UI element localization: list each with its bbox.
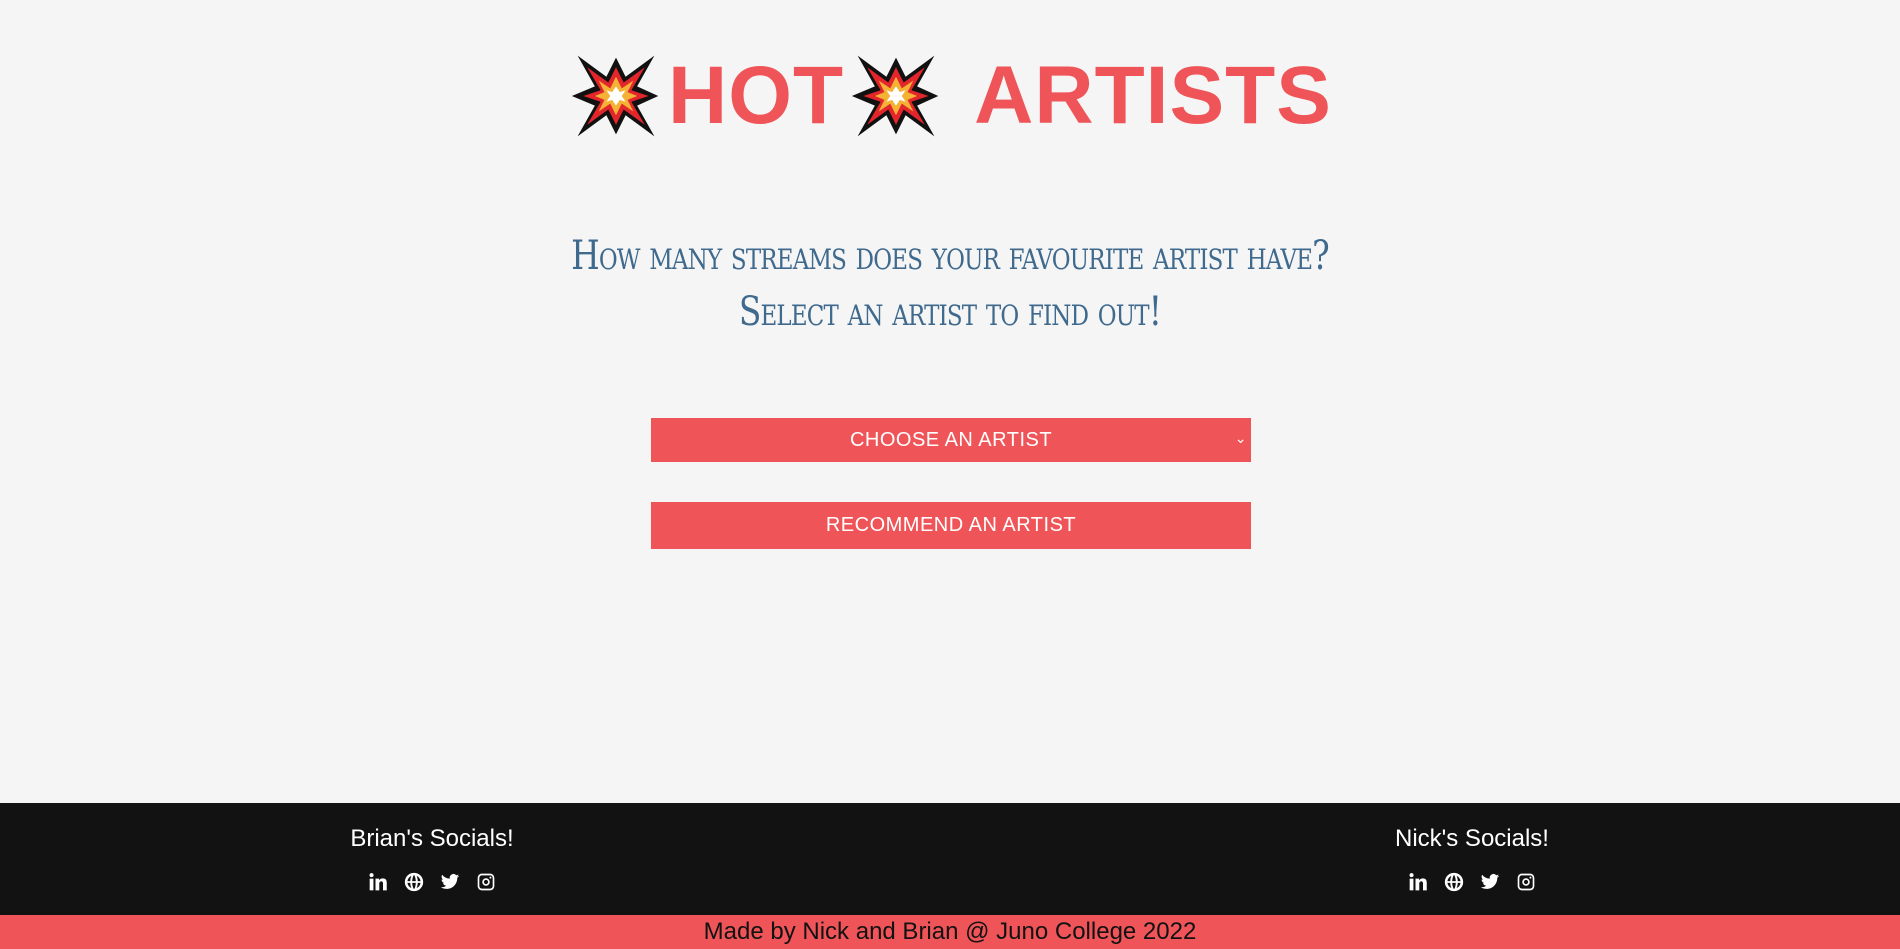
instagram-icon[interactable]	[475, 871, 497, 893]
chevron-down-icon: ⌄	[1234, 430, 1247, 446]
globe-icon[interactable]	[1443, 871, 1465, 893]
brian-socials: Brian's Socials!	[332, 825, 532, 893]
linkedin-icon[interactable]	[1407, 871, 1429, 893]
footer: Brian's Socials! Nick's Socials!	[0, 803, 1900, 915]
collision-burst-icon	[568, 48, 664, 144]
artist-select-value: CHOOSE AN ARTIST	[849, 428, 1053, 451]
collision-burst-icon	[848, 48, 944, 144]
artist-select[interactable]: CHOOSE AN ARTIST ⌄	[651, 418, 1251, 462]
recommend-artist-button[interactable]: RECOMMEND AN ARTIST	[651, 502, 1251, 549]
site-title: HOT ARTISTS	[568, 48, 1332, 144]
linkedin-icon[interactable]	[367, 871, 389, 893]
credit-text: Made by Nick and Brian @ Juno College 20…	[703, 918, 1197, 945]
globe-icon[interactable]	[403, 871, 425, 893]
page-header: HOT ARTISTS	[0, 48, 1900, 144]
twitter-icon[interactable]	[439, 871, 461, 893]
intro-line-1: How many streams does your favourite art…	[571, 233, 1330, 279]
twitter-icon[interactable]	[1479, 871, 1501, 893]
nick-socials: Nick's Socials!	[1372, 825, 1572, 893]
intro-text: How many streams does your favourite art…	[171, 228, 1729, 340]
brian-social-icons	[332, 871, 532, 893]
nick-socials-title: Nick's Socials!	[1395, 825, 1549, 852]
credit-bar: Made by Nick and Brian @ Juno College 20…	[0, 915, 1900, 949]
nick-social-icons	[1372, 871, 1572, 893]
title-word-artists: ARTISTS	[974, 50, 1332, 141]
intro-line-2: Select an artist to find out!	[738, 289, 1162, 335]
instagram-icon[interactable]	[1515, 871, 1537, 893]
brian-socials-title: Brian's Socials!	[350, 825, 514, 852]
title-word-hot: HOT	[668, 50, 845, 141]
